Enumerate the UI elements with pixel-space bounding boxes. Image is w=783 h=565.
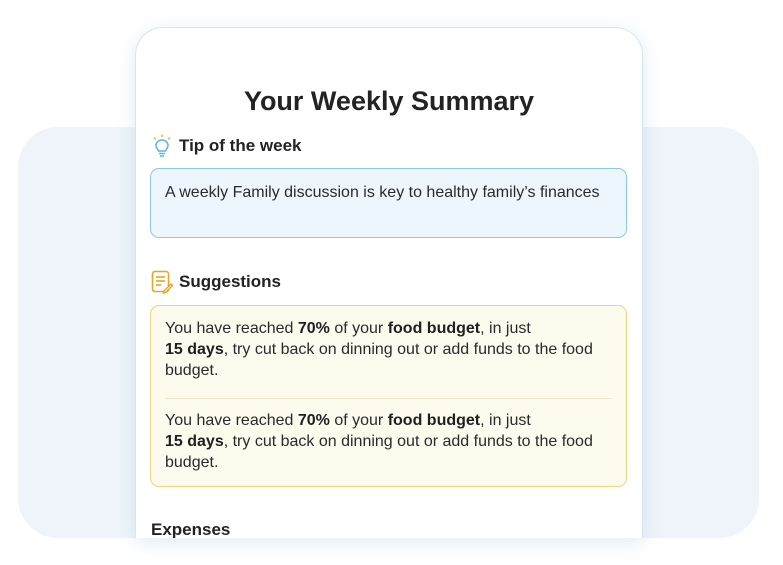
- suggestion-days: 15 days: [165, 433, 224, 450]
- suggestion-budget-name: food budget: [387, 320, 481, 337]
- suggestion-text: You have reached: [165, 412, 298, 429]
- tip-text: A weekly Family discussion is key to hea…: [165, 184, 600, 201]
- tip-heading: Tip of the week: [179, 136, 302, 155]
- expenses-heading: Expenses: [151, 520, 231, 538]
- suggestion-budget-name: food budget: [387, 412, 481, 429]
- suggestions-heading: Suggestions: [179, 272, 282, 291]
- suggestion-text: of your: [329, 320, 388, 337]
- page-title: Your Weekly Summary: [243, 86, 535, 116]
- suggestion-text: , in just: [480, 412, 531, 429]
- tip-box: A weekly Family discussion is key to hea…: [150, 168, 627, 238]
- stage: Your Weekly Summary Tip of the week A we…: [0, 0, 783, 565]
- suggestion-item: You have reached 70% of your food budget…: [165, 318, 612, 398]
- suggestion-percent: 70%: [297, 412, 330, 429]
- suggestion-text: You have reached: [165, 320, 298, 337]
- suggestion-text: of your: [329, 412, 388, 429]
- suggestion-days: 15 days: [165, 341, 224, 358]
- suggestions-box: You have reached 70% of your food budget…: [150, 305, 627, 487]
- suggestion-text: , try cut back on dinning out or add fun…: [165, 433, 593, 471]
- suggestion-percent: 70%: [297, 320, 330, 337]
- suggestion-text: , in just: [480, 320, 531, 337]
- suggestion-divider: [165, 398, 612, 399]
- lightbulb-icon: [151, 134, 173, 158]
- suggestions-header: Suggestions: [151, 270, 281, 294]
- weekly-summary-card[interactable]: Your Weekly Summary Tip of the week A we…: [135, 27, 643, 538]
- notes-icon: [151, 270, 174, 294]
- suggestion-item: You have reached 70% of your food budget…: [165, 410, 612, 490]
- tip-of-the-week-header: Tip of the week: [151, 134, 302, 158]
- suggestion-text: , try cut back on dinning out or add fun…: [165, 341, 593, 379]
